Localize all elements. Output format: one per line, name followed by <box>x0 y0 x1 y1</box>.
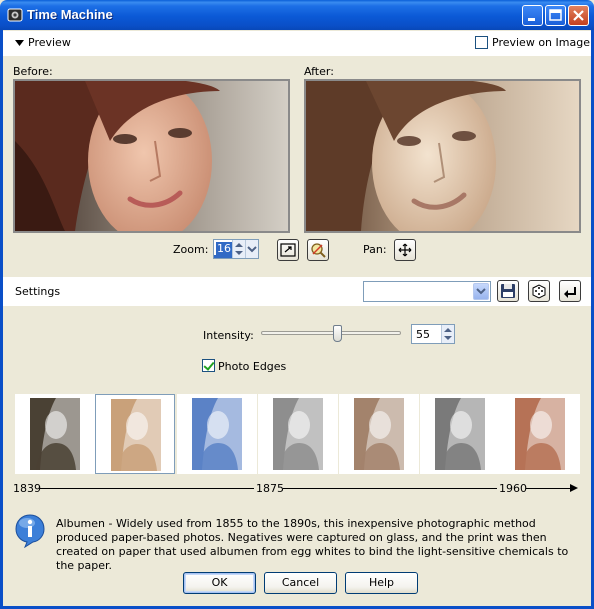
before-label: Before: <box>13 65 53 78</box>
chevron-down-icon <box>476 288 486 295</box>
preview-section-label: Preview <box>28 36 71 49</box>
style-thumbnail-style-color[interactable] <box>500 394 580 474</box>
style-thumbnail-style-bw[interactable] <box>420 394 500 474</box>
collapse-triangle-icon[interactable] <box>15 40 24 46</box>
minimize-button[interactable] <box>522 5 543 26</box>
style-thumbnail-image <box>515 398 565 470</box>
cancel-button[interactable]: Cancel <box>264 572 337 594</box>
zoom-label: Zoom: <box>173 243 209 256</box>
timeline-middle-label: 1875 <box>256 482 284 495</box>
zoom-dropdown[interactable] <box>245 240 258 258</box>
style-thumbnail-image <box>111 399 161 471</box>
pan-button[interactable] <box>394 239 416 261</box>
style-description: Albumen - Widely used from 1855 to the 1… <box>56 517 569 572</box>
intensity-field[interactable]: 55 <box>411 324 455 344</box>
zoom-spinner[interactable] <box>232 240 245 258</box>
after-label: After: <box>304 65 334 78</box>
magnifier-icon <box>311 243 326 258</box>
intensity-spinner[interactable] <box>441 325 454 343</box>
timeline-end-label: 1960 <box>499 482 527 495</box>
timeline-start-label: 1839 <box>13 482 41 495</box>
intensity-slider-track[interactable] <box>261 331 401 335</box>
time-machine-app-icon <box>7 8 23 22</box>
style-thumbnail-image <box>30 398 80 470</box>
floppy-disk-icon <box>501 284 515 298</box>
style-thumbnail-style-1839[interactable] <box>15 394 95 474</box>
chevron-down-icon <box>247 246 257 253</box>
style-thumbnail-style-platinum[interactable] <box>258 394 338 474</box>
before-preview-image[interactable] <box>13 79 290 233</box>
reset-button[interactable] <box>559 280 581 302</box>
style-thumbnail-image <box>273 398 323 470</box>
style-thumbnail-style-sepia[interactable] <box>339 394 419 474</box>
title-bar[interactable]: Time Machine <box>0 0 594 30</box>
info-icon <box>15 514 45 548</box>
zoom-field[interactable]: 16 <box>213 239 259 259</box>
style-thumbnail-style-albumen[interactable] <box>95 394 175 474</box>
style-thumbnail-image <box>354 398 404 470</box>
move-arrows-icon <box>398 243 412 257</box>
minimize-icon <box>528 18 535 21</box>
zoom-actual-size-button[interactable] <box>307 239 329 261</box>
preview-on-image-checkbox[interactable] <box>475 36 488 49</box>
maximize-icon <box>549 9 562 21</box>
randomize-button[interactable] <box>528 280 550 302</box>
preview-on-image-label: Preview on Image <box>492 36 590 49</box>
style-thumbnail-style-cyanotype[interactable] <box>177 394 257 474</box>
photo-edges-label: Photo Edges <box>218 360 287 373</box>
style-thumbnail-image <box>192 398 242 470</box>
timeline-line-right <box>283 488 497 489</box>
zoom-to-fit-button[interactable] <box>277 239 299 261</box>
photo-edges-checkbox[interactable] <box>202 359 215 372</box>
close-button[interactable] <box>568 5 589 26</box>
zoom-value: 16 <box>216 242 232 255</box>
intensity-label: Intensity: <box>203 329 254 342</box>
after-preview-image[interactable] <box>304 79 581 233</box>
spin-up-down-icon <box>444 328 452 340</box>
fit-to-window-icon <box>280 243 296 257</box>
help-button[interactable]: Help <box>345 572 418 594</box>
save-preset-button[interactable] <box>497 280 519 302</box>
timeline-arrowhead <box>570 484 578 492</box>
intensity-slider-thumb[interactable] <box>333 325 342 342</box>
dice-icon <box>532 284 546 299</box>
timeline-line-left <box>40 488 254 489</box>
zoom-indicator <box>214 255 232 258</box>
maximize-button[interactable] <box>545 5 566 26</box>
style-thumbnail-image <box>435 398 485 470</box>
preset-select[interactable] <box>363 281 491 302</box>
ok-button[interactable]: OK <box>183 572 256 594</box>
pan-label: Pan: <box>363 243 387 256</box>
spin-up-down-icon <box>235 243 243 255</box>
intensity-value: 55 <box>416 328 430 341</box>
settings-label: Settings <box>15 285 61 298</box>
timeline-line-end <box>526 488 572 489</box>
preview-header: Preview Preview on Image <box>3 31 591 56</box>
preset-dropdown-button[interactable] <box>473 283 489 300</box>
close-icon <box>573 10 584 21</box>
window-title: Time Machine <box>27 7 113 22</box>
undo-arrow-icon <box>564 287 576 298</box>
